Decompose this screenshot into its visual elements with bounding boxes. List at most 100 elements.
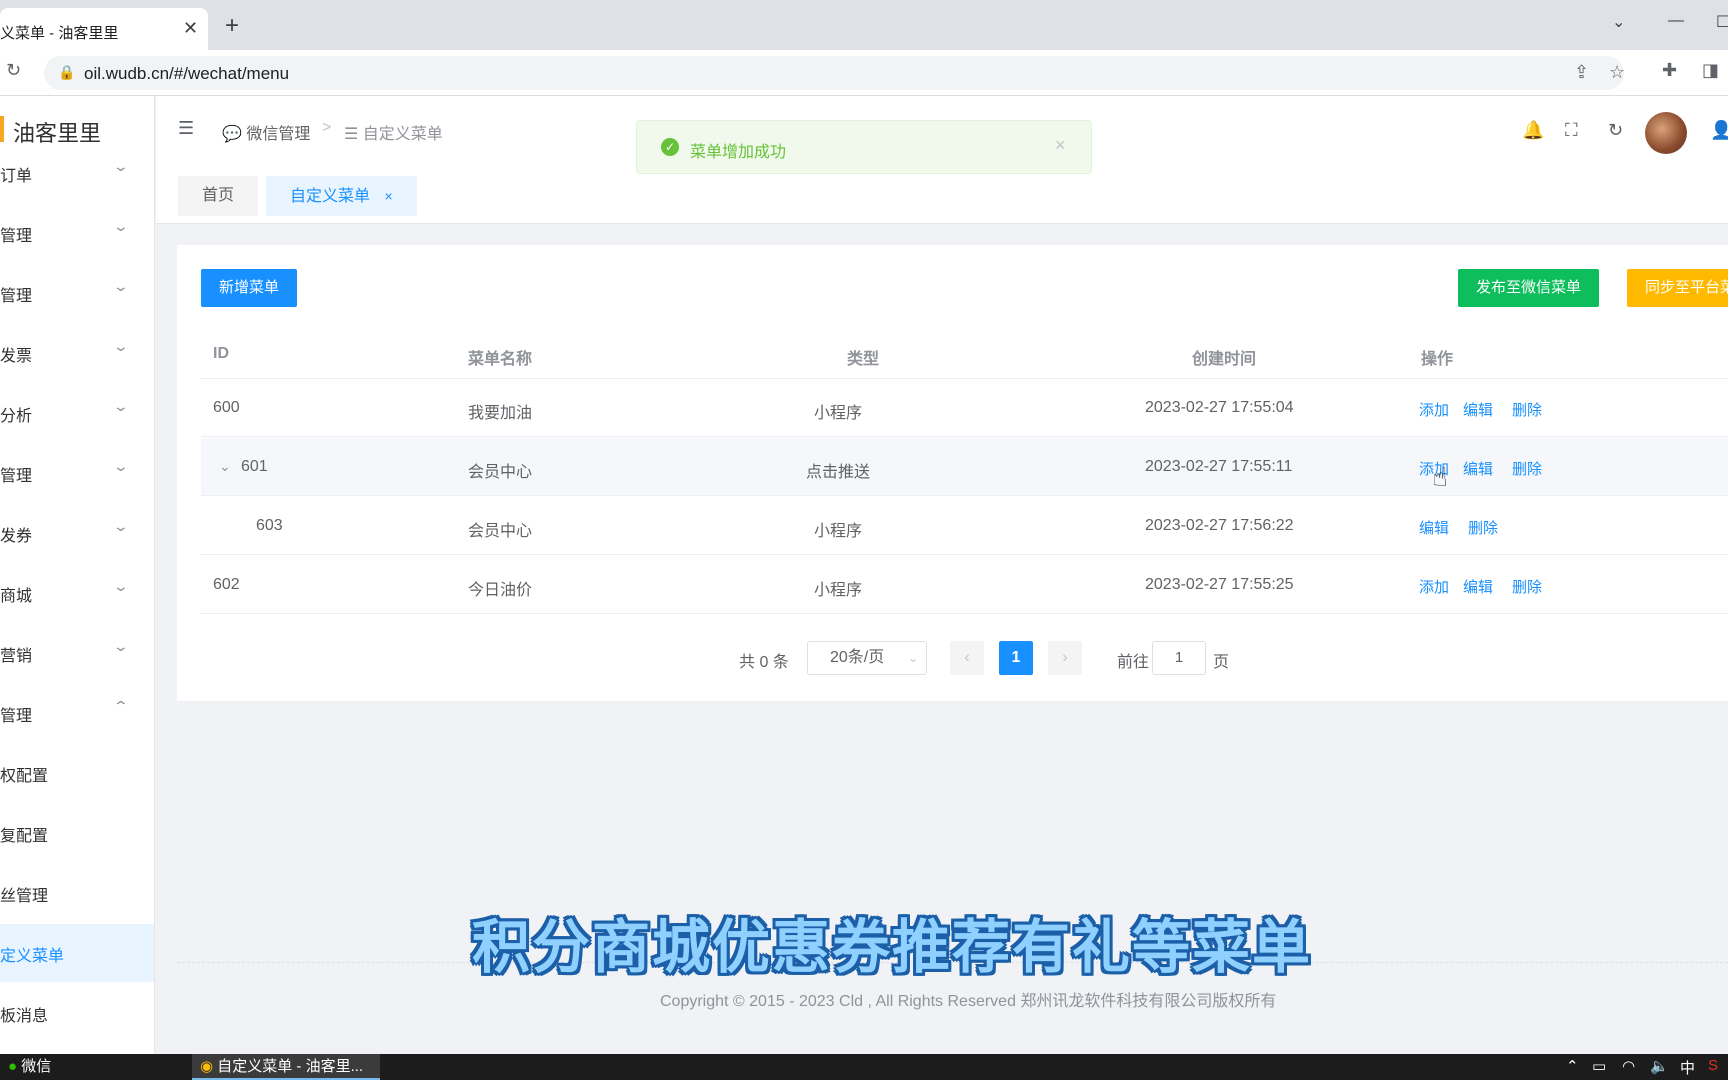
hand-cursor-icon: ☝ [1432, 462, 1448, 492]
page-size-value: 20条/页 [830, 649, 885, 666]
prev-page-button[interactable]: ‹ [950, 641, 984, 675]
tab-search-icon[interactable]: ⌄ [1612, 12, 1625, 32]
table-row: ⌄ 601 会员中心 点击推送 2023-02-27 17:55:11 添加 编… [201, 438, 1728, 496]
browser-tab[interactable]: 义菜单 - 油客里里 ✕ [0, 8, 208, 50]
taskbar-chrome[interactable]: ◉ 自定义菜单 - 油客里... [192, 1054, 380, 1080]
row-created: 2023-02-27 17:56:22 [1145, 517, 1294, 534]
sidebar-item[interactable]: 丝管理 [0, 864, 154, 922]
extensions-icon[interactable]: ✚ [1662, 60, 1677, 81]
sogou-ime-icon[interactable]: S [1708, 1057, 1718, 1074]
sidebar-item-label: 管理 [0, 708, 33, 725]
taskbar-wechat[interactable]: ● 微信 [0, 1054, 182, 1080]
sync-platform-menu-button[interactable]: 同步至平台菜单 [1627, 269, 1728, 307]
row-type: 点击推送 [806, 464, 871, 481]
sidebar-item[interactable]: 分析 ⌄ [0, 384, 154, 442]
row-delete-link[interactable]: 删除 [1512, 399, 1542, 420]
sidebar-item[interactable]: 定义菜单 [0, 924, 154, 982]
chevron-down-icon: ⌄ [112, 638, 130, 654]
sidebar-item[interactable]: 商城 ⌄ [0, 564, 154, 622]
share-icon[interactable]: ⇪ [1574, 62, 1589, 83]
fullscreen-icon[interactable]: ⛶ [1565, 120, 1578, 141]
row-type: 小程序 [814, 523, 863, 540]
sidebar-item-label: 发票 [0, 348, 33, 365]
add-menu-button[interactable]: 新增菜单 [201, 269, 298, 307]
omnibox[interactable]: 🔒 oil.wudb.cn/#/wechat/menu ⇪ ☆ [44, 56, 1625, 90]
sidebar-item[interactable]: 发券 ⌄ [0, 504, 154, 562]
goto-page-input[interactable]: 1 [1152, 641, 1206, 675]
sidebar-item[interactable]: 管理 ⌄ [0, 264, 154, 322]
sidebar-item-label: 丝管理 [0, 888, 49, 905]
row-name: 我要加油 [468, 405, 533, 422]
bookmark-star-icon[interactable]: ☆ [1609, 62, 1625, 83]
sidebar-item[interactable]: 权配置 [0, 744, 154, 802]
reload-icon[interactable]: ↻ [6, 60, 21, 81]
next-page-button[interactable]: › [1048, 641, 1082, 675]
breadcrumb-separator: > [322, 119, 332, 136]
collapse-sidebar-icon[interactable]: ☰ [178, 118, 194, 139]
sidebar-item[interactable]: 管理 ⌄ [0, 444, 154, 502]
menu-card: 新增菜单 发布至微信菜单 同步至平台菜单 ID 菜单名称 类型 创建时间 操作 … [177, 245, 1728, 701]
footer-copyright: Copyright © 2015 - 2023 Cld , All Rights… [660, 993, 1277, 1010]
tag-close-icon[interactable]: × [384, 188, 392, 204]
user-icon[interactable]: 👤 [1710, 120, 1728, 141]
breadcrumb-current: ☰ 自定义菜单 [344, 120, 443, 144]
row-delete-link[interactable]: 删除 [1468, 517, 1498, 538]
sidebar-item[interactable]: 管理 ⌃ [0, 684, 154, 742]
page-number-current[interactable]: 1 [999, 641, 1033, 675]
tag-home[interactable]: 首页 [178, 176, 259, 216]
row-created: 2023-02-27 17:55:04 [1145, 399, 1294, 416]
chevron-down-icon: ⌄ [112, 338, 130, 354]
row-edit-link[interactable]: 编辑 [1463, 458, 1493, 479]
tray-up-arrow-icon[interactable]: ⌃ [1566, 1057, 1579, 1075]
sidebar-item-label: 营销 [0, 648, 33, 665]
sidebar-item[interactable]: 复配置 [0, 804, 154, 862]
tag-custom-menu[interactable]: 自定义菜单 × [266, 176, 417, 216]
maximize-icon[interactable]: ☐ [1716, 12, 1728, 32]
sidebar-item-label: 商城 [0, 588, 33, 605]
expand-chevron-icon[interactable]: ⌄ [219, 458, 231, 475]
breadcrumb-parent[interactable]: 💬 微信管理 [222, 120, 310, 144]
table-row: 603 会员中心 小程序 2023-02-27 17:56:22 编辑 删除 [201, 497, 1728, 555]
row-delete-link[interactable]: 删除 [1512, 576, 1542, 597]
row-edit-link[interactable]: 编辑 [1463, 399, 1493, 420]
new-tab-icon[interactable]: + [225, 14, 239, 38]
avatar[interactable] [1645, 112, 1687, 154]
ime-indicator[interactable]: 中 [1680, 1057, 1695, 1078]
sidebar-item[interactable]: 订单 ⌄ [0, 144, 154, 202]
tag-custom-menu-label: 自定义菜单 [290, 188, 371, 205]
side-panel-icon[interactable]: ◨ [1702, 60, 1719, 81]
toast-close-icon[interactable]: × [1055, 135, 1066, 156]
logo-mark [0, 116, 4, 142]
row-add-link[interactable]: 添加 [1419, 399, 1449, 420]
wifi-icon[interactable]: ◠ [1622, 1057, 1635, 1075]
bell-icon[interactable]: 🔔 [1522, 120, 1544, 141]
breadcrumb-parent-label: 微信管理 [246, 126, 311, 143]
row-delete-link[interactable]: 删除 [1512, 458, 1542, 479]
row-edit-link[interactable]: 编辑 [1419, 517, 1449, 538]
row-created: 2023-02-27 17:55:25 [1145, 576, 1294, 593]
sidebar-item[interactable]: 发票 ⌄ [0, 324, 154, 382]
row-edit-link[interactable]: 编辑 [1463, 576, 1493, 597]
sidebar-item[interactable]: 管理 ⌄ [0, 204, 154, 262]
sidebar-item-label: 分析 [0, 408, 33, 425]
battery-icon[interactable]: ▭ [1592, 1057, 1606, 1075]
refresh-icon[interactable]: ↻ [1608, 120, 1623, 141]
sidebar-item[interactable]: 营销 ⌄ [0, 624, 154, 682]
lock-icon[interactable]: 🔒 [58, 64, 75, 81]
check-circle-icon: ✓ [661, 138, 679, 156]
publish-wechat-menu-button[interactable]: 发布至微信菜单 [1458, 269, 1600, 307]
browser-tab-bar: 义菜单 - 油客里里 ✕ + ⌄ — ☐ [0, 0, 1728, 50]
url-text[interactable]: oil.wudb.cn/#/wechat/menu [84, 64, 289, 84]
row-id: 602 [213, 576, 240, 593]
chevron-down-icon: ⌄ [112, 518, 130, 534]
page-size-select[interactable]: 20条/页 ⌄ [807, 641, 927, 675]
chevron-down-icon: ⌄ [112, 278, 130, 294]
tab-close-icon[interactable]: ✕ [183, 18, 198, 39]
video-subtitle: 积分商城优惠券推荐有礼等菜单 [472, 915, 1313, 980]
volume-icon[interactable]: 🔈 [1650, 1057, 1669, 1075]
minimize-icon[interactable]: — [1668, 12, 1684, 30]
sidebar-item[interactable]: 板消息 [0, 984, 154, 1042]
table-row: 600 我要加油 小程序 2023-02-27 17:55:04 添加 编辑 删… [201, 379, 1728, 437]
sidebar-item-label: 管理 [0, 288, 33, 305]
row-add-link[interactable]: 添加 [1419, 576, 1449, 597]
